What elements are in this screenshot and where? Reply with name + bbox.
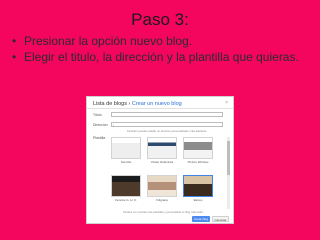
template-option-picture-window[interactable]: Picture Window xyxy=(183,137,213,169)
template-name: Filigrana xyxy=(156,198,168,202)
template-option-filigree[interactable]: Filigrana xyxy=(147,175,177,207)
template-scrollbar[interactable] xyxy=(227,137,230,209)
title-label: Título xyxy=(93,112,102,117)
template-thumbnail xyxy=(183,137,213,159)
close-icon[interactable]: × xyxy=(225,100,228,106)
bullet-item: • Elegir el titulo, la dirección y la pl… xyxy=(12,50,312,65)
bullet-icon: • xyxy=(12,34,17,48)
address-row: Dirección | xyxy=(93,121,223,128)
create-blog-button[interactable]: Crear blog xyxy=(192,216,210,222)
template-thumbnail-selected xyxy=(183,175,213,197)
bullet-list: • Presionar la opción nuevo blog. • Eleg… xyxy=(12,34,312,66)
slide-title: Paso 3: xyxy=(131,10,189,29)
template-thumbnail xyxy=(111,175,141,197)
template-name: Vistas dinámicas xyxy=(150,160,174,164)
template-name: Sencillo xyxy=(120,160,132,164)
address-hint: También puedes añadir un dominio persona… xyxy=(127,129,208,133)
template-grid: Sencillo Vistas dinámicas Picture Window… xyxy=(111,137,221,207)
bullet-icon: • xyxy=(12,50,17,64)
title-row: Título xyxy=(93,111,223,118)
bullet-text: Presionar la opción nuevo blog. xyxy=(24,34,193,48)
template-thumbnail xyxy=(147,137,177,159)
template-name: Picture Window xyxy=(187,160,209,164)
address-label: Dirección xyxy=(93,122,108,127)
template-name: Fenêtre G. H. K. xyxy=(115,198,137,202)
template-label: Plantilla xyxy=(93,136,106,140)
new-blog-dialog: Lista de blogs › Crear un nuevo blog × T… xyxy=(86,96,234,224)
template-option-ethereal[interactable]: Etéreo xyxy=(183,175,213,207)
title-input[interactable] xyxy=(111,112,223,117)
template-option-dynamic-views[interactable]: Vistas dinámicas xyxy=(147,137,177,169)
header-divider xyxy=(87,108,233,109)
template-thumbnail xyxy=(147,175,177,197)
address-input[interactable]: | xyxy=(111,122,223,127)
template-name: Etéreo xyxy=(193,198,203,202)
bullet-text: Elegir el titulo, la dirección y la plan… xyxy=(24,50,299,64)
template-thumbnail xyxy=(111,137,141,159)
cancel-button[interactable]: Cancelar xyxy=(212,216,229,222)
create-new-blog-link[interactable]: Crear un nuevo blog xyxy=(132,101,182,107)
bullet-item: • Presionar la opción nuevo blog. xyxy=(12,34,312,49)
template-option-window[interactable]: Fenêtre G. H. K. xyxy=(111,175,141,207)
template-option-simple[interactable]: Sencillo xyxy=(111,137,141,169)
dialog-header: Lista de blogs › Crear un nuevo blog xyxy=(93,101,182,107)
blog-list-link[interactable]: Lista de blogs xyxy=(93,101,127,107)
scrollbar-thumb[interactable] xyxy=(227,141,230,175)
template-footnote: Puedes ver muchas más plantillas y perso… xyxy=(123,211,204,214)
